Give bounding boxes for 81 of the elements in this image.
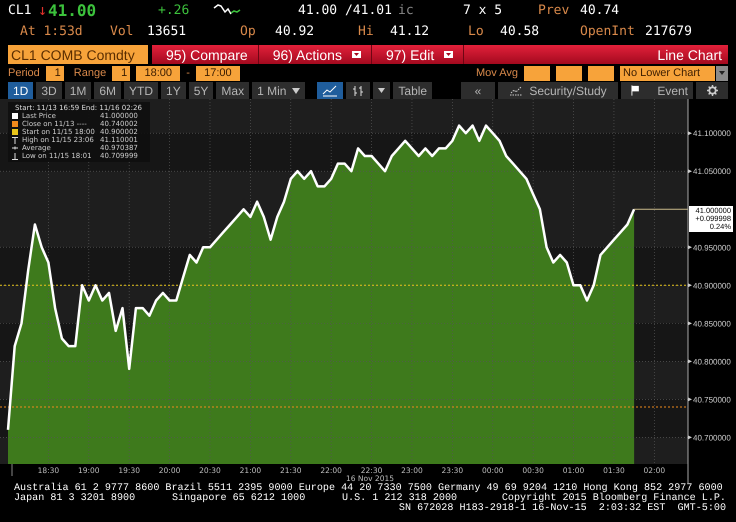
stat-label: OpenInt: [580, 24, 636, 38]
contact-line: U.S. 1 212 318 2000: [342, 494, 458, 504]
line-chart-button[interactable]: [317, 82, 344, 99]
mov-avg-field[interactable]: [524, 66, 550, 80]
chart-type-dropdown[interactable]: [373, 82, 390, 99]
period-label: Period: [8, 67, 40, 79]
prev-label: Prev: [538, 2, 570, 18]
low-marker-icon: [12, 152, 18, 160]
action-menu-button[interactable]: 95) Compare: [152, 45, 259, 64]
y-tick-label: 40.950000: [693, 243, 731, 252]
settings-icon: [706, 85, 718, 96]
caret-icon: [292, 88, 300, 94]
quote-condition: ic: [398, 2, 415, 18]
stat-value: 40.92: [275, 24, 316, 38]
bid-ask-size: 7 x 5: [463, 2, 504, 18]
stat-label: Op: [240, 24, 257, 38]
lower-chart-dropdown[interactable]: No Lower Chart: [620, 66, 715, 80]
stat-value: 217679: [645, 24, 693, 38]
flag-icon: [631, 85, 640, 96]
stat-label: Lo: [468, 24, 485, 38]
contact-line: Singapore 65 6212 1000: [172, 494, 306, 504]
stat-label: Hi: [358, 24, 375, 38]
period-field[interactable]: 1: [46, 66, 64, 80]
mov-avg-label: Mov Avg: [476, 67, 518, 79]
y-tick-label: 40.900000: [693, 281, 731, 290]
period-tab[interactable]: 6M: [94, 82, 122, 99]
y-tick-label: 40.800000: [693, 357, 731, 366]
down-arrow: ↓: [38, 1, 48, 19]
chart-icon: [509, 85, 524, 96]
caret-icon: [719, 71, 725, 75]
last-price: 41.00: [48, 0, 98, 20]
high-marker-icon: [12, 136, 18, 144]
ticker-symbol: CL1: [8, 2, 32, 18]
range-label: Range: [74, 67, 106, 79]
bar-chart-button[interactable]: [346, 82, 370, 99]
ohlc-bars-icon: [351, 84, 366, 96]
interval-dropdown[interactable]: 1 Min: [252, 82, 306, 99]
bid-ask: 41.00 /41.01: [298, 2, 393, 18]
period-tab[interactable]: 5Y: [188, 82, 214, 99]
stat-value: 41.12: [390, 24, 430, 38]
time-separator: -: [186, 67, 190, 79]
mov-avg-field[interactable]: [556, 66, 582, 80]
period-tab[interactable]: Max: [216, 82, 250, 99]
stat-label: At 1:53d: [20, 24, 84, 38]
end-time-field[interactable]: 17:00: [196, 66, 240, 80]
stat-value: 13651: [147, 24, 188, 38]
caret-icon: [378, 88, 386, 93]
average-marker-icon: [12, 145, 18, 151]
dropdown-button[interactable]: [716, 66, 728, 80]
last-price-line: [634, 208, 688, 210]
event-button[interactable]: Event: [621, 82, 693, 99]
start-time-field[interactable]: 18:00: [136, 66, 180, 80]
y-tick-label: 41.050000: [693, 167, 731, 176]
mov-avg-field[interactable]: [588, 66, 614, 80]
settings-button[interactable]: [696, 82, 728, 99]
y-tick-label: 40.850000: [693, 319, 731, 328]
view-title: Line Chart: [657, 46, 723, 62]
line-chart-icon: [322, 84, 338, 96]
contact-line: Copyright 2015 Bloomberg Finance L.P.: [502, 494, 726, 504]
net-change: +.26: [158, 2, 190, 18]
prev-close: 40.74: [580, 2, 620, 18]
period-tab[interactable]: 3D: [36, 82, 62, 99]
action-menu-button[interactable]: 97) Edit: [372, 45, 464, 64]
y-tick-label: 40.750000: [693, 395, 731, 404]
back-button[interactable]: «: [461, 82, 495, 99]
action-menu-button[interactable]: 96) Actions: [258, 45, 372, 64]
period-tab[interactable]: 1D: [8, 82, 34, 99]
y-tick-label: 40.700000: [693, 433, 731, 442]
period-tab[interactable]: YTD: [124, 82, 158, 99]
session-info: SN 672028 H183-2918-1 16-Nov-15 2:03:32 EST GMT-5:00: [398, 503, 726, 514]
table-button[interactable]: Table: [393, 82, 432, 99]
contact-line: Japan 81 3 3201 8900: [14, 494, 136, 504]
stat-label: Vol: [110, 24, 134, 38]
period-tab[interactable]: 1Y: [161, 82, 186, 99]
stat-value: 40.58: [500, 24, 540, 38]
range-field[interactable]: 1: [112, 66, 130, 80]
security-field[interactable]: CL1 COMB Comdty: [8, 45, 148, 64]
security-study-button[interactable]: Security/Study: [498, 82, 618, 99]
period-tab[interactable]: 1M: [64, 82, 92, 99]
contact-line: Australia 61 2 9777 8600 Brazil 5511 2395 9000 Europe 44 20 7330 7500 Germany 49 69 9204 1210 Hong Kong 852 2977 6000: [14, 483, 723, 494]
y-tick-label: 41.100000: [693, 129, 731, 138]
